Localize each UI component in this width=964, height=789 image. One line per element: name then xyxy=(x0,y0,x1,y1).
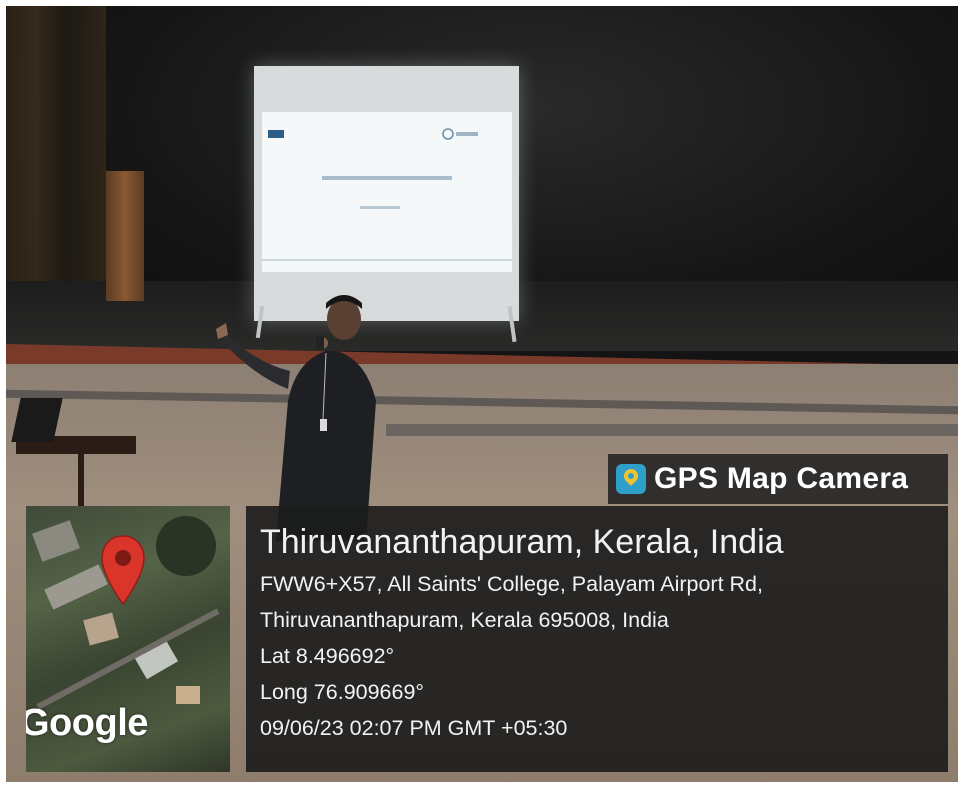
event-photo: GPS Map Camera Google Thiruvananthapuram… xyxy=(6,6,958,782)
slide-logo-right xyxy=(442,128,454,140)
id-badge xyxy=(320,419,327,431)
slide-subtitle-line xyxy=(360,206,400,209)
microphone xyxy=(316,335,324,349)
slide-graphics xyxy=(262,128,512,261)
location-info-panel: Thiruvananthapuram, Kerala, India FWW6+X… xyxy=(246,506,948,772)
latitude: Lat 8.496692° xyxy=(260,644,395,668)
gps-app-badge: GPS Map Camera xyxy=(608,454,948,504)
stage-rail xyxy=(386,424,958,436)
map-building xyxy=(44,564,108,610)
address-line-2: Thiruvananthapuram, Kerala 695008, India xyxy=(260,608,669,632)
app-brand-label: GPS Map Camera xyxy=(654,462,909,495)
projected-slide xyxy=(262,112,512,272)
timestamp: 09/06/23 02:07 PM GMT +05:30 xyxy=(260,716,568,740)
podium xyxy=(106,171,144,301)
map-trees xyxy=(156,516,216,576)
map-pin-icon xyxy=(101,535,145,606)
table-leg xyxy=(78,452,84,512)
map-building xyxy=(176,686,200,704)
slide-title-line xyxy=(322,176,452,180)
slide-logo-text xyxy=(456,132,478,136)
map-building xyxy=(32,520,80,562)
gps-map-camera-icon xyxy=(616,464,646,494)
google-logo: Google xyxy=(26,702,148,744)
slide-logo-left xyxy=(268,130,284,138)
satellite-map-thumbnail: Google xyxy=(26,506,230,772)
speaker-arm xyxy=(218,331,290,389)
address-line-1: FWW6+X57, All Saints' College, Palayam A… xyxy=(260,572,763,596)
longitude: Long 76.909669° xyxy=(260,680,425,704)
location-title: Thiruvananthapuram, Kerala, India xyxy=(260,523,784,561)
